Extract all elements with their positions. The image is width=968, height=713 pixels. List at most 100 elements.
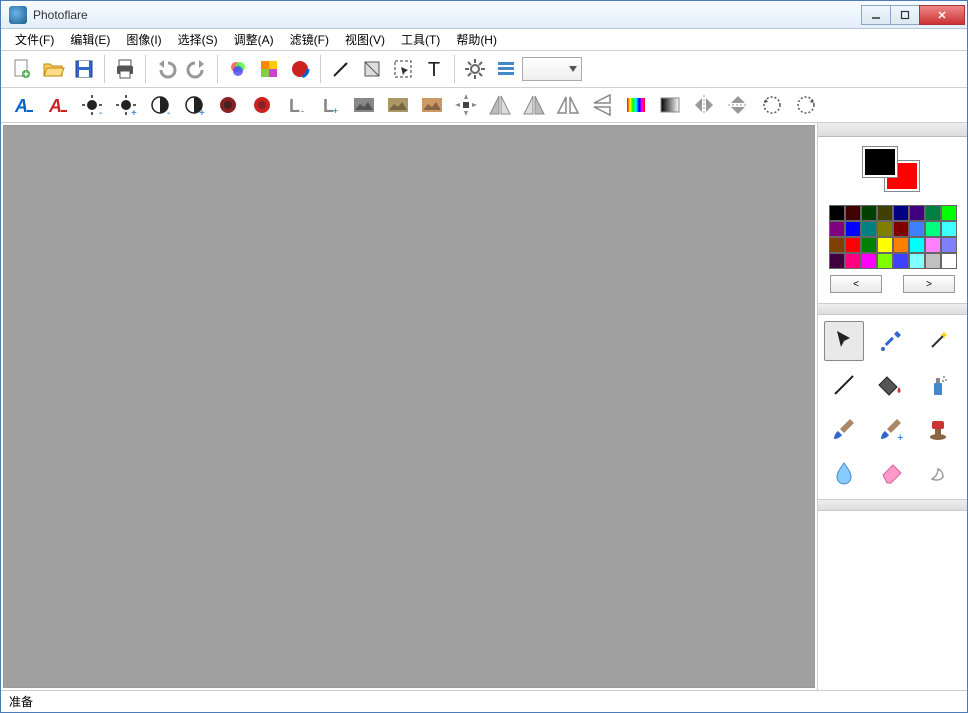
menu-select[interactable]: 选择(S) <box>170 29 226 50</box>
canvas-viewport[interactable] <box>3 125 815 688</box>
flip-h-gray-button[interactable] <box>483 90 517 120</box>
flip-v-gray-button[interactable] <box>517 90 551 120</box>
menu-image[interactable]: 图像(I) <box>118 29 169 50</box>
brush-tool[interactable] <box>824 409 864 449</box>
color-swatch[interactable] <box>877 253 893 269</box>
blur-tool[interactable] <box>824 453 864 493</box>
settings-button[interactable] <box>460 54 490 84</box>
hue-gradient-button[interactable] <box>619 90 653 120</box>
menu-tools[interactable]: 工具(T) <box>393 29 448 50</box>
grayscale-button[interactable] <box>347 90 381 120</box>
color-swatch[interactable] <box>877 205 893 221</box>
mirror-h-button[interactable] <box>551 90 585 120</box>
flip-vertical-button[interactable] <box>721 90 755 120</box>
line-tool[interactable] <box>824 365 864 405</box>
flip-horizontal-button[interactable] <box>687 90 721 120</box>
spray-tool[interactable] <box>918 365 958 405</box>
swatch-prev-button[interactable]: < <box>830 275 882 293</box>
color-swatch[interactable] <box>925 205 941 221</box>
gray-gradient-button[interactable] <box>653 90 687 120</box>
color-swatch[interactable] <box>893 205 909 221</box>
pointer-tool[interactable] <box>824 321 864 361</box>
color-swatch[interactable] <box>941 205 957 221</box>
color-swatch[interactable] <box>845 221 861 237</box>
contrast-down-button[interactable]: - <box>143 90 177 120</box>
rotate-left-button[interactable]: L- <box>279 90 313 120</box>
color-swatch[interactable] <box>893 221 909 237</box>
color-grid-button[interactable] <box>254 54 284 84</box>
color-swatch[interactable] <box>845 253 861 269</box>
contrast-up-button[interactable]: + <box>177 90 211 120</box>
arrow-tool-button[interactable] <box>326 54 356 84</box>
color-swatch[interactable] <box>861 205 877 221</box>
color-circle-button[interactable] <box>285 54 315 84</box>
text-tool-button[interactable]: T <box>419 54 449 84</box>
color-swatch[interactable] <box>941 237 957 253</box>
color-swatch[interactable] <box>861 237 877 253</box>
color-swatch[interactable] <box>877 237 893 253</box>
menu-adjust[interactable]: 调整(A) <box>226 29 282 50</box>
zoom-dropdown[interactable] <box>522 57 582 81</box>
color-swatch[interactable] <box>877 221 893 237</box>
color-swatch[interactable] <box>829 221 845 237</box>
saturation-down-button[interactable] <box>211 90 245 120</box>
color-swatch[interactable] <box>909 253 925 269</box>
color-swatch[interactable] <box>925 237 941 253</box>
color-swatch[interactable] <box>909 221 925 237</box>
mirror-v-button[interactable] <box>585 90 619 120</box>
brightness-up-button[interactable]: + <box>109 90 143 120</box>
color-swatch[interactable] <box>861 221 877 237</box>
color-swatch[interactable] <box>845 205 861 221</box>
color-swatch[interactable] <box>941 221 957 237</box>
selection-button[interactable] <box>388 54 418 84</box>
rotate-right-button[interactable]: L+ <box>313 90 347 120</box>
new-file-button[interactable] <box>7 54 37 84</box>
color-swatch[interactable] <box>845 237 861 253</box>
color-swatch[interactable] <box>893 237 909 253</box>
color-swatch[interactable] <box>829 253 845 269</box>
brightness-down-button[interactable]: - <box>75 90 109 120</box>
menu-filter[interactable]: 滤镜(F) <box>282 29 337 50</box>
color-swatch[interactable] <box>893 253 909 269</box>
color-swatch[interactable] <box>861 253 877 269</box>
brush-plus-tool[interactable]: + <box>871 409 911 449</box>
eraser-tool[interactable] <box>871 453 911 493</box>
undo-button[interactable] <box>151 54 181 84</box>
print-button[interactable] <box>110 54 140 84</box>
foreground-color-swatch[interactable] <box>863 147 897 177</box>
magic-wand-tool[interactable] <box>918 321 958 361</box>
menu-help[interactable]: 帮助(H) <box>448 29 505 50</box>
color-swatch[interactable] <box>925 221 941 237</box>
crop-button[interactable] <box>357 54 387 84</box>
rgb-channels-button[interactable] <box>223 54 253 84</box>
text-blue-filter-button[interactable]: A <box>7 90 41 120</box>
close-button[interactable] <box>919 5 965 25</box>
bucket-fill-tool[interactable] <box>871 365 911 405</box>
minimize-button[interactable] <box>861 5 891 25</box>
menu-view[interactable]: 视图(V) <box>337 29 393 50</box>
color-swatch[interactable] <box>925 253 941 269</box>
saturation-up-button[interactable] <box>245 90 279 120</box>
color-swatch[interactable] <box>909 237 925 253</box>
color-swatch[interactable] <box>941 253 957 269</box>
redo-button[interactable] <box>182 54 212 84</box>
save-button[interactable] <box>69 54 99 84</box>
center-button[interactable] <box>449 90 483 120</box>
list-button[interactable] <box>491 54 521 84</box>
color-swatch[interactable] <box>829 205 845 221</box>
swatch-next-button[interactable]: > <box>903 275 955 293</box>
rotate-cw-button[interactable] <box>789 90 823 120</box>
menu-edit[interactable]: 编辑(E) <box>62 29 118 50</box>
color-swatch[interactable] <box>829 237 845 253</box>
sepia-button[interactable] <box>381 90 415 120</box>
eyedropper-tool[interactable] <box>871 321 911 361</box>
oldphoto-button[interactable] <box>415 90 449 120</box>
text-red-filter-button[interactable]: A <box>41 90 75 120</box>
rotate-ccw-button[interactable] <box>755 90 789 120</box>
smudge-tool[interactable] <box>918 453 958 493</box>
maximize-button[interactable] <box>890 5 920 25</box>
clone-stamp-tool[interactable] <box>918 409 958 449</box>
color-swatch[interactable] <box>909 205 925 221</box>
open-file-button[interactable] <box>38 54 68 84</box>
menu-file[interactable]: 文件(F) <box>7 29 62 50</box>
